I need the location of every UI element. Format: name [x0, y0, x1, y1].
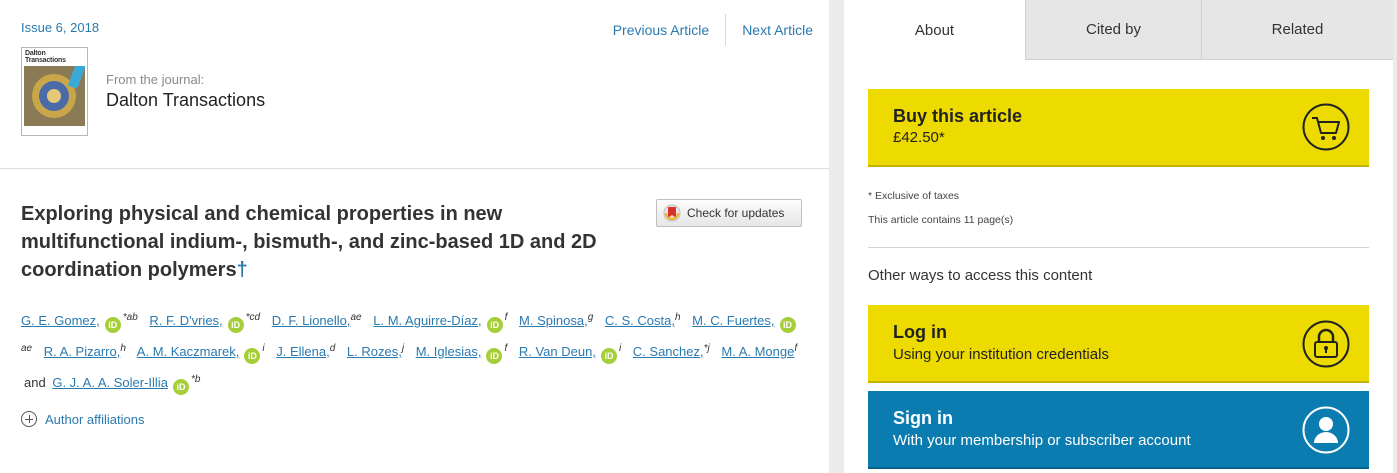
tab-cited-by[interactable]: Cited by [1025, 0, 1201, 60]
journal-cover-image[interactable]: Dalton Transactions [21, 47, 88, 136]
orcid-icon[interactable]: iD [104, 317, 121, 333]
cover-art-icon [24, 66, 85, 126]
affiliation-marker: *cd [245, 312, 261, 323]
supplementary-info-link[interactable]: † [237, 259, 248, 281]
page: Issue 6, 2018 Previous Article Next Arti… [0, 0, 1397, 473]
author-affiliations-label: Author affiliations [45, 411, 145, 427]
sidebar-tabs: About Cited by Related [844, 0, 1393, 60]
sign-in-title: Sign in [893, 408, 953, 428]
author-link[interactable]: J. Ellena, [276, 344, 329, 359]
affiliation-marker: h [120, 343, 126, 354]
access-sidebar: About Cited by Related Buy this article … [844, 0, 1393, 473]
affiliation-marker: f [504, 343, 508, 354]
author-link[interactable]: M. C. Fuertes, [692, 313, 774, 328]
orcid-icon[interactable]: iD [779, 317, 796, 333]
affiliation-marker: ae [350, 312, 362, 323]
affiliation-marker: *ab [122, 312, 138, 323]
orcid-icon[interactable]: iD [486, 348, 503, 364]
author-link[interactable]: C. S. Costa, [605, 313, 675, 328]
cart-icon [1302, 103, 1350, 151]
login-title: Log in [893, 322, 947, 342]
previous-article-link[interactable]: Previous Article [597, 14, 725, 46]
login-button[interactable]: Log in Using your institution credential… [868, 305, 1369, 383]
article-panel: Issue 6, 2018 Previous Article Next Arti… [0, 0, 829, 473]
affiliation-marker: f [504, 312, 508, 323]
author-link[interactable]: C. Sanchez, [633, 344, 704, 359]
author-affiliations-toggle[interactable]: Author affiliations [21, 411, 145, 427]
issue-link[interactable]: Issue 6, 2018 [21, 20, 99, 35]
author-link[interactable]: D. F. Lionello, [272, 313, 351, 328]
orcid-icon[interactable]: iD [600, 348, 617, 364]
check-updates-icon [663, 204, 681, 222]
author-list: G. E. Gomez, iD*ab R. F. D'vries, iD*cd D.… [21, 304, 811, 397]
divider [0, 168, 829, 169]
sign-in-button[interactable]: Sign in With your membership or subscrib… [868, 391, 1369, 469]
buy-article-button[interactable]: Buy this article £42.50* [868, 89, 1369, 167]
orcid-icon[interactable]: iD [486, 317, 503, 333]
buy-article-price: £42.50* [893, 129, 945, 146]
tab-related[interactable]: Related [1201, 0, 1393, 60]
orcid-icon[interactable]: iD [244, 348, 261, 364]
check-for-updates-label: Check for updates [687, 206, 785, 220]
author-link[interactable]: R. A. Pizarro, [44, 344, 121, 359]
tab-about[interactable]: About [844, 0, 1025, 60]
author-link[interactable]: G. E. Gomez, [21, 313, 100, 328]
affiliation-marker: ae [21, 343, 33, 354]
sidebar-divider [868, 247, 1369, 248]
taxes-note: * Exclusive of taxes [868, 190, 960, 202]
article-nav: Previous Article Next Article [597, 14, 829, 46]
user-icon [1302, 406, 1350, 454]
author-link[interactable]: M. Iglesias, [416, 344, 482, 359]
author-link[interactable]: R. F. D'vries, [149, 313, 222, 328]
author-link[interactable]: R. Van Deun, [519, 344, 596, 359]
author-link[interactable]: M. A. Monge [721, 344, 794, 359]
next-article-link[interactable]: Next Article [726, 14, 829, 46]
and-word: and [24, 375, 46, 390]
other-ways-heading: Other ways to access this content [868, 267, 1093, 284]
sign-in-subtitle: With your membership or subscriber accou… [893, 432, 1191, 449]
check-for-updates-button[interactable]: Check for updates [656, 199, 802, 227]
from-journal-label: From the journal: [106, 72, 205, 87]
affiliation-marker: i [618, 343, 622, 354]
buy-article-title: Buy this article [893, 106, 1023, 126]
article-title-text: Exploring physical and chemical properti… [21, 203, 597, 281]
author-link[interactable]: L. M. Aguirre-Díaz, [373, 313, 481, 328]
plus-circle-icon [21, 411, 37, 427]
author-link[interactable]: A. M. Kaczmarek, [137, 344, 240, 359]
orcid-icon[interactable]: iD [227, 317, 244, 333]
author-link[interactable]: G. J. A. A. Soler-Illia [52, 375, 168, 390]
affiliation-marker: i [262, 343, 265, 354]
affiliation-marker: h [674, 312, 681, 323]
affiliation-marker: *b [190, 374, 201, 385]
orcid-icon[interactable]: iD [172, 379, 189, 395]
affiliation-marker: j [401, 343, 405, 354]
affiliation-marker: d [329, 343, 336, 354]
affiliation-marker: g [587, 312, 594, 323]
cover-title: Dalton Transactions [25, 50, 66, 64]
journal-name-link[interactable]: Dalton Transactions [106, 90, 265, 111]
page-count-note: This article contains 11 page(s) [868, 214, 1014, 226]
login-subtitle: Using your institution credentials [893, 346, 1109, 363]
author-link[interactable]: M. Spinosa, [519, 313, 588, 328]
affiliation-marker: f [794, 343, 798, 354]
affiliation-marker: *j [703, 343, 710, 354]
lock-icon [1302, 320, 1350, 368]
article-title: Exploring physical and chemical properti… [21, 200, 631, 284]
author-link[interactable]: L. Rozes, [347, 344, 402, 359]
